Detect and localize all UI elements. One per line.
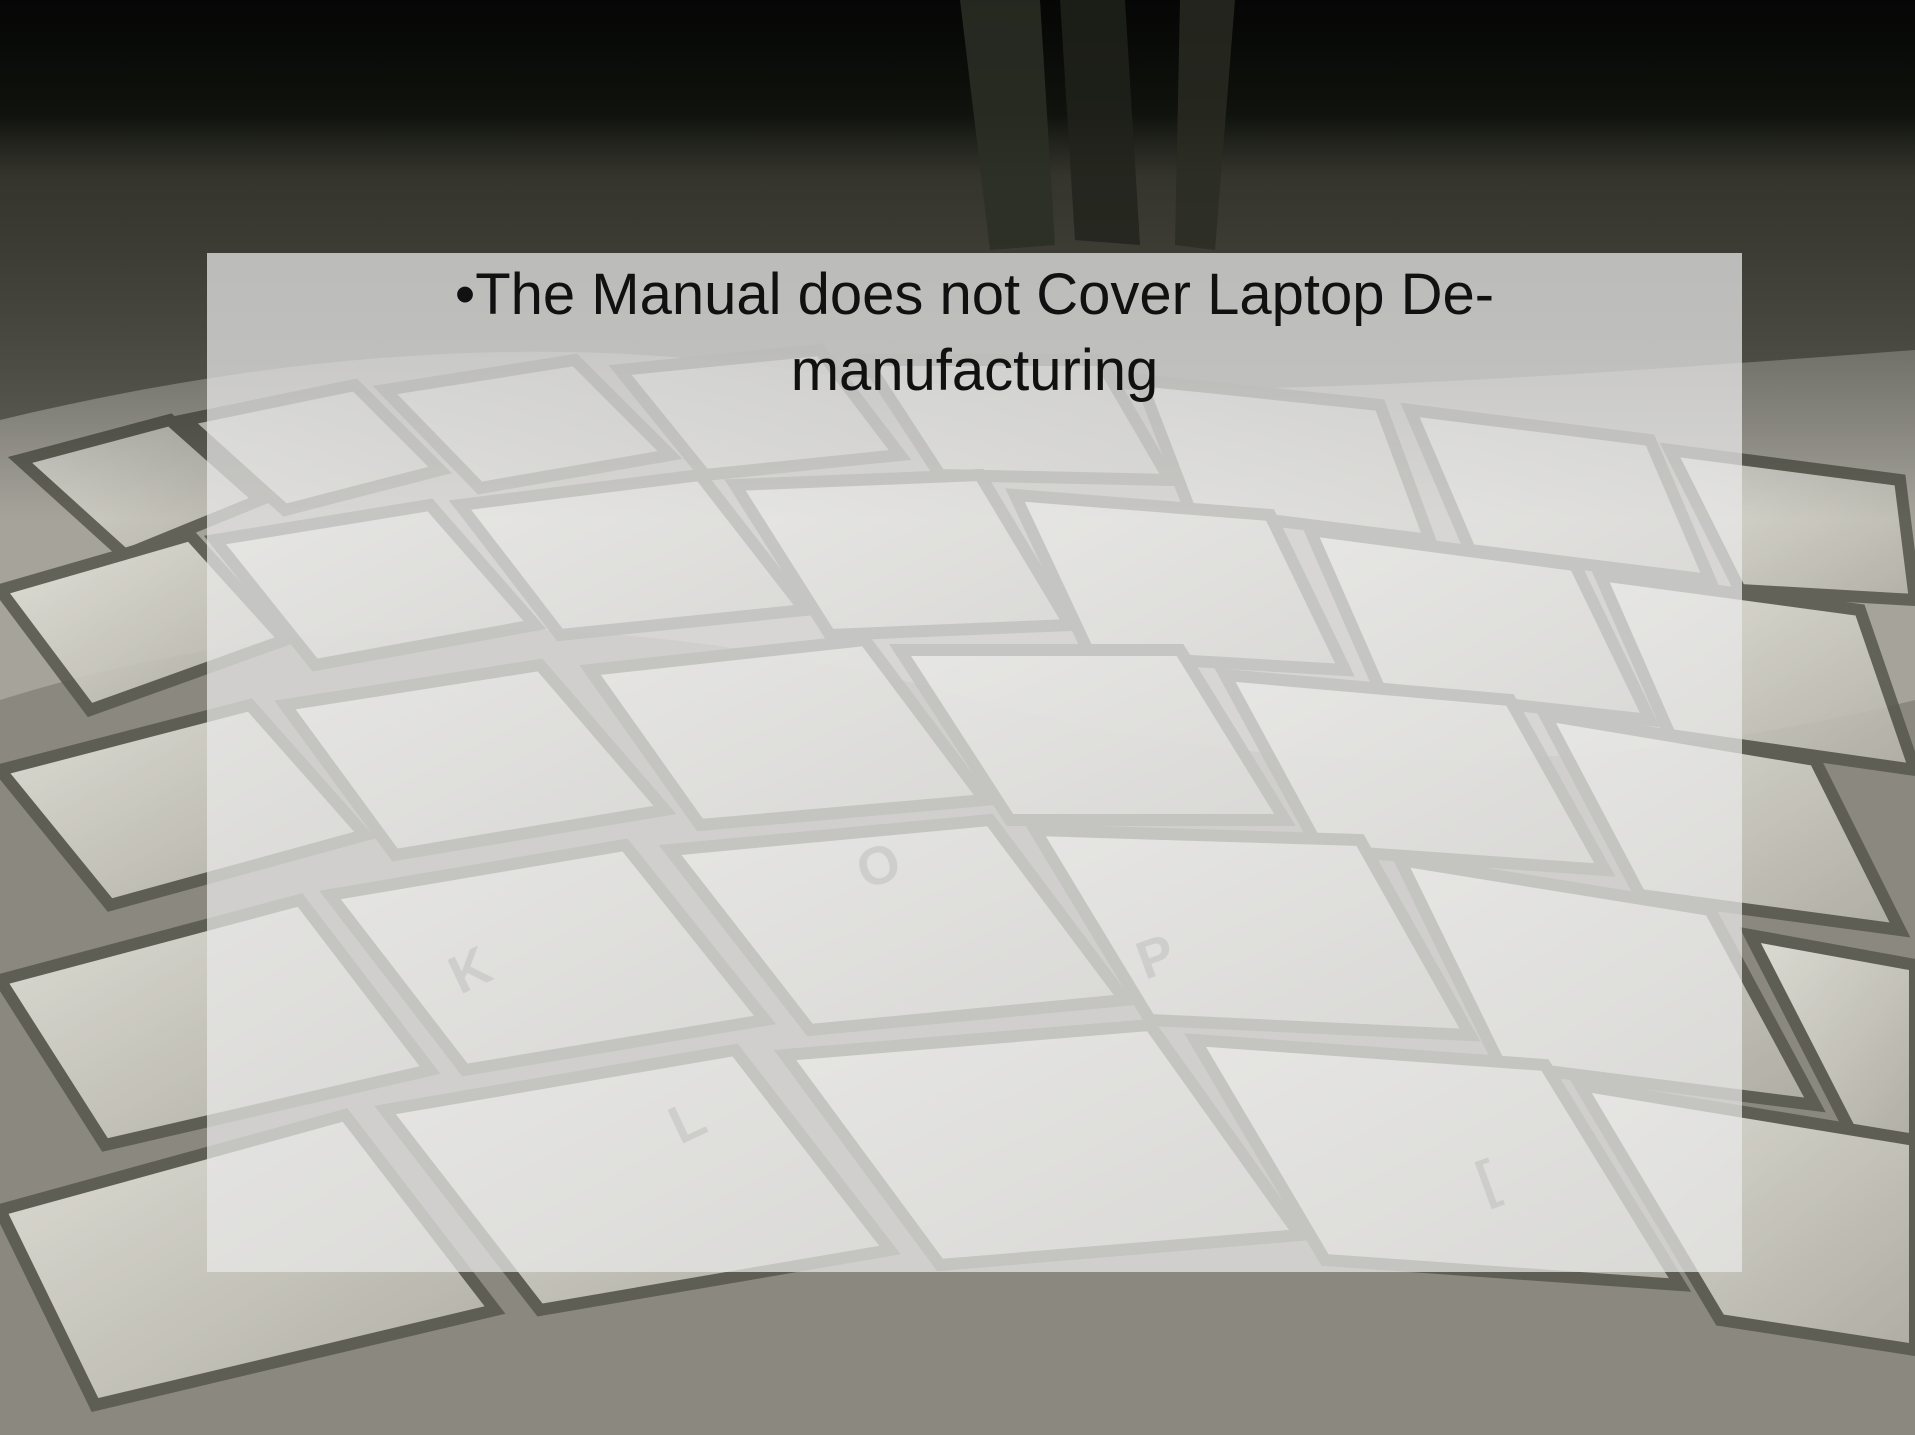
slide-bullet-text: •The Manual does not Cover Laptop De- ma… [207,253,1742,409]
slide-bullet-continuation: manufacturing [790,338,1159,403]
slide-bullet-line: •The Manual does not Cover Laptop De- [454,262,1495,327]
slide: K L O P [ •The Manual does not Cover Lap… [0,0,1915,1435]
content-panel: •The Manual does not Cover Laptop De- ma… [207,253,1742,1272]
